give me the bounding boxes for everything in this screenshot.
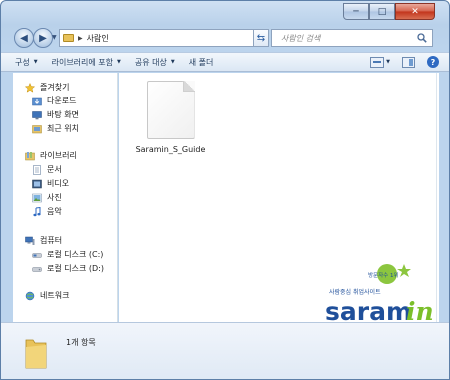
hard-drive-icon — [32, 266, 42, 272]
pictures-icon — [32, 193, 42, 202]
organize-label: 구성 — [15, 57, 30, 67]
refresh-icon: ⇆ — [256, 32, 266, 44]
nav-item-music[interactable]: 음악 — [32, 206, 62, 217]
search-input[interactable] — [281, 33, 411, 43]
explorer-window: ─ □ ✕ ◀ ▶ ▼ ▶ 사람인 ▼ ⇆ 구성 ▼ 라이브러리에 포함 ▼ — [0, 0, 450, 380]
search-box[interactable] — [271, 29, 433, 47]
file-item[interactable]: Saramin_S_Guide — [133, 81, 208, 154]
recent-pages-dropdown[interactable]: ▼ — [52, 34, 57, 41]
star-icon — [25, 82, 35, 93]
computer-icon — [25, 236, 35, 245]
nav-item-label: 비디오 — [47, 179, 70, 188]
desktop-icon — [32, 110, 42, 119]
file-name: Saramin_S_Guide — [135, 145, 206, 154]
share-with-label: 공유 대상 — [134, 57, 167, 67]
forward-button[interactable]: ▶ — [33, 28, 53, 48]
organize-menu[interactable]: 구성 ▼ — [15, 57, 38, 68]
nav-item-documents[interactable]: 문서 — [32, 164, 62, 175]
libraries-icon — [25, 151, 35, 160]
nav-item-downloads[interactable]: 다운로드 — [32, 95, 76, 106]
saramin-logo: 방문자수 1위 사람중심 취업사이트 saram in — [320, 263, 436, 325]
chevron-down-icon: ▼ — [170, 59, 175, 65]
breadcrumb-current[interactable]: 사람인 — [87, 33, 109, 44]
nav-item-label: 로컬 디스크 (D:) — [47, 264, 104, 273]
nav-item-videos[interactable]: 비디오 — [32, 178, 69, 189]
nav-item-label: 컴퓨터 — [40, 236, 63, 245]
network-icon — [25, 291, 35, 300]
folder-icon — [63, 34, 74, 42]
nav-item-label: 즐겨찾기 — [40, 83, 70, 92]
nav-item-recent-places[interactable]: 최근 위치 — [32, 123, 79, 134]
back-button[interactable]: ◀ — [14, 28, 34, 48]
videos-icon — [32, 179, 42, 188]
item-count: 1개 항목 — [66, 338, 96, 347]
nav-item-network[interactable]: 네트워크 — [25, 290, 69, 301]
view-options-dropdown[interactable]: ▼ — [386, 59, 390, 65]
music-note-icon — [33, 206, 41, 216]
documents-icon — [33, 164, 41, 175]
nav-item-label: 바탕 화면 — [47, 110, 79, 119]
downloads-folder-icon — [32, 97, 42, 105]
nav-item-label: 최근 위치 — [47, 124, 79, 133]
new-folder-button[interactable]: 새 폴더 — [189, 57, 214, 68]
change-view-icon[interactable] — [370, 56, 385, 68]
logo-wordmark-accent: in — [406, 297, 434, 325]
navigation-pane: 즐겨찾기 다운로드 바탕 화면 최근 위치 라이브러리 문서 비디오 사진 음악… — [13, 73, 118, 322]
nav-item-label: 로컬 디스크 (C:) — [47, 250, 104, 259]
logo-tagline: 사람중심 취업사이트 — [329, 288, 381, 296]
preview-pane-icon[interactable] — [402, 56, 415, 68]
include-in-library-label: 라이브러리에 포함 — [51, 57, 114, 67]
toolbar-right: ▼ ? — [370, 56, 439, 68]
chevron-down-icon: ▼ — [33, 59, 38, 65]
address-bar[interactable]: ▶ 사람인 ▼ — [59, 29, 266, 47]
nav-item-label: 사진 — [47, 193, 62, 202]
nav-item-computer[interactable]: 컴퓨터 — [25, 235, 62, 246]
back-arrow-icon: ◀ — [20, 32, 28, 44]
details-pane: 1개 항목 — [1, 322, 449, 379]
close-button[interactable]: ✕ — [395, 3, 435, 20]
caption-buttons: ─ □ ✕ — [343, 3, 435, 20]
nav-item-label: 다운로드 — [47, 96, 77, 105]
command-bar: 구성 ▼ 라이브러리에 포함 ▼ 공유 대상 ▼ 새 폴더 ▼ ? — [1, 52, 449, 72]
refresh-button[interactable]: ⇆ — [253, 29, 269, 47]
chevron-down-icon: ▼ — [117, 59, 121, 65]
help-icon[interactable]: ? — [427, 56, 439, 68]
include-in-library-menu[interactable]: 라이브러리에 포함 ▼ — [52, 57, 121, 68]
new-folder-label: 새 폴더 — [188, 57, 214, 67]
logo-wordmark-main: saram — [325, 297, 412, 325]
recent-places-icon — [32, 124, 42, 133]
nav-item-pictures[interactable]: 사진 — [32, 192, 62, 203]
nav-item-desktop[interactable]: 바탕 화면 — [32, 109, 79, 120]
nav-item-local-disk-d[interactable]: 로컬 디스크 (D:) — [32, 263, 104, 274]
forward-arrow-icon: ▶ — [39, 32, 47, 44]
logo-badge-text: 방문자수 1위 — [368, 271, 399, 279]
nav-item-libraries[interactable]: 라이브러리 — [25, 150, 77, 161]
nav-item-label: 음악 — [47, 207, 62, 216]
search-icon[interactable] — [417, 33, 427, 43]
folder-icon — [25, 339, 47, 369]
generic-file-icon — [146, 81, 195, 139]
content-edge — [436, 73, 437, 322]
share-with-menu[interactable]: 공유 대상 ▼ — [135, 57, 175, 68]
nav-item-label: 라이브러리 — [40, 151, 77, 160]
breadcrumb-arrow-icon[interactable]: ▶ — [78, 35, 83, 42]
hard-drive-icon — [32, 252, 42, 258]
nav-item-label: 문서 — [47, 165, 62, 174]
minimize-button[interactable]: ─ — [343, 3, 369, 20]
maximize-button[interactable]: □ — [369, 3, 395, 20]
nav-item-label: 네트워크 — [40, 291, 70, 300]
nav-item-favorites[interactable]: 즐겨찾기 — [25, 82, 69, 93]
nav-item-local-disk-c[interactable]: 로컬 디스크 (C:) — [32, 249, 103, 260]
